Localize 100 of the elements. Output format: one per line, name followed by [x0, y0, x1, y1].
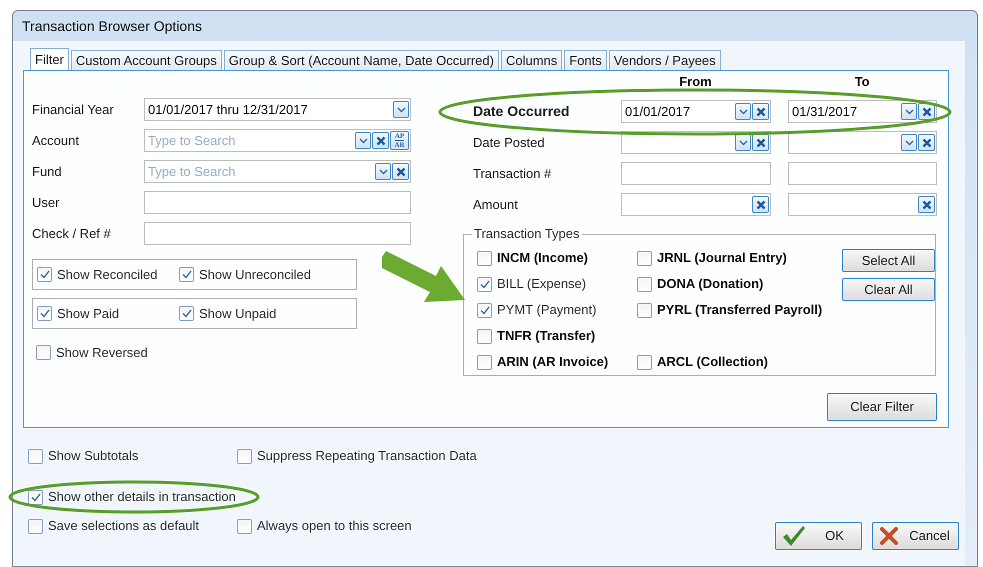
input-field[interactable]	[621, 193, 771, 216]
dropdown-button[interactable]	[901, 103, 917, 120]
clear-button[interactable]	[372, 132, 389, 149]
chevron-down-icon	[358, 138, 368, 144]
checkbox[interactable]	[28, 518, 43, 534]
field-label: Fund	[32, 162, 63, 181]
checkmark-icon	[182, 270, 192, 279]
checkbox-label: INCM (Income)	[497, 249, 588, 268]
input-field[interactable]	[788, 193, 937, 216]
input-field[interactable]: 01/01/2017	[621, 100, 771, 123]
checkmark-icon	[30, 492, 40, 502]
checkbox[interactable]	[637, 354, 652, 370]
clear-button[interactable]	[918, 134, 935, 151]
field-label: Account	[32, 132, 80, 150]
checkbox[interactable]	[477, 328, 492, 344]
close-icon	[756, 138, 766, 148]
chevron-down-icon	[378, 168, 388, 174]
checkbox[interactable]	[637, 250, 652, 266]
clear-button[interactable]	[752, 103, 769, 120]
dropdown-button[interactable]	[375, 163, 391, 180]
checkbox-label: BILL (Expense)	[497, 275, 586, 294]
checkbox-label: ARIN (AR Invoice)	[497, 353, 608, 372]
column-header: From	[678, 73, 713, 88]
checkbox[interactable]	[37, 306, 52, 321]
checkmark-icon	[782, 525, 806, 547]
group-title: Transaction Types	[472, 226, 582, 242]
dropdown-button[interactable]	[901, 134, 917, 151]
checkbox-label: Suppress Repeating Transaction Data	[257, 447, 477, 466]
checkbox[interactable]	[637, 302, 652, 318]
checkbox[interactable]	[637, 276, 652, 292]
clear-button[interactable]	[752, 196, 769, 213]
chevron-down-icon	[738, 108, 748, 114]
chevron-down-icon	[396, 106, 406, 112]
clear-button[interactable]	[752, 134, 769, 151]
checkmark-icon	[40, 309, 50, 318]
clear-filter-button[interactable]: Clear Filter	[827, 393, 937, 421]
field-label: Amount	[472, 196, 519, 214]
tab[interactable]: Fonts	[564, 50, 607, 70]
chevron-down-icon	[904, 108, 914, 114]
window-title: Transaction Browser Options	[21, 16, 203, 36]
checkbox-label: PYMT (Payment)	[497, 301, 596, 320]
input-field[interactable]	[621, 162, 771, 185]
field-label: Date Posted	[472, 134, 546, 152]
checkbox-label: Show Reversed	[56, 344, 148, 362]
checkbox-label: Show Unpaid	[199, 304, 276, 323]
tab[interactable]: Vendors / Payees	[608, 50, 721, 70]
checkbox[interactable]	[237, 518, 252, 534]
checkbox-label: DONA (Donation)	[657, 275, 764, 294]
tab[interactable]: Columns	[500, 50, 562, 70]
checkbox-label: Save selections as default	[48, 517, 200, 536]
checkbox[interactable]	[36, 345, 51, 360]
checkbox[interactable]	[37, 267, 52, 282]
group-button[interactable]: Select All	[842, 249, 935, 272]
dropdown-button[interactable]	[735, 103, 751, 120]
close-icon	[396, 166, 406, 176]
checkmark-icon	[40, 270, 50, 279]
chevron-down-icon	[738, 140, 748, 146]
checkbox[interactable]	[477, 250, 492, 266]
input-field[interactable]	[144, 222, 411, 245]
column-header: To	[854, 73, 871, 88]
close-icon	[756, 106, 766, 116]
tab[interactable]: Custom Account Groups	[70, 50, 222, 70]
input-field[interactable]	[144, 191, 411, 214]
field-label: Check / Ref #	[32, 224, 112, 243]
cancel-button[interactable]: Cancel	[872, 522, 959, 550]
close-icon	[376, 136, 386, 146]
checkbox-label: PYRL (Transferred Payroll)	[657, 301, 822, 320]
close-icon	[922, 138, 932, 148]
checkbox[interactable]	[477, 354, 492, 370]
clear-button[interactable]	[392, 163, 409, 180]
input-field[interactable]: 01/31/2017	[788, 100, 937, 123]
input-field[interactable]	[788, 131, 937, 154]
close-icon	[756, 200, 766, 210]
close-icon	[922, 106, 932, 116]
dropdown-button[interactable]	[735, 134, 751, 151]
checkbox-label: ARCL (Collection)	[657, 353, 768, 372]
checkbox[interactable]	[237, 448, 252, 464]
checkbox[interactable]	[477, 276, 492, 292]
checkbox[interactable]	[477, 302, 492, 318]
checkbox[interactable]	[179, 267, 194, 282]
tab[interactable]: Group & Sort (Account Name, Date Occurred)	[224, 50, 499, 70]
dropdown-button[interactable]	[393, 101, 409, 118]
close-icon	[922, 200, 932, 210]
checkbox[interactable]	[28, 490, 43, 504]
tab[interactable]: Filter	[30, 48, 69, 71]
input-field[interactable]: 01/01/2017 thru 12/31/2017	[144, 98, 411, 121]
clear-button[interactable]	[918, 196, 935, 213]
dropdown-button[interactable]	[355, 132, 371, 149]
field-label: Financial Year	[32, 100, 115, 119]
checkbox[interactable]	[179, 306, 194, 321]
group-button[interactable]: Clear All	[842, 278, 935, 301]
field-label: Date Occurred	[472, 102, 570, 121]
close-icon	[879, 526, 899, 546]
checkbox[interactable]	[28, 448, 43, 464]
checkbox-label: Show Reconciled	[57, 266, 158, 284]
checkmark-icon	[480, 306, 490, 314]
input-field[interactable]	[788, 162, 937, 185]
chevron-down-icon	[904, 140, 914, 146]
field-label: Transaction #	[472, 164, 552, 183]
ok-button[interactable]: OK	[775, 522, 862, 550]
